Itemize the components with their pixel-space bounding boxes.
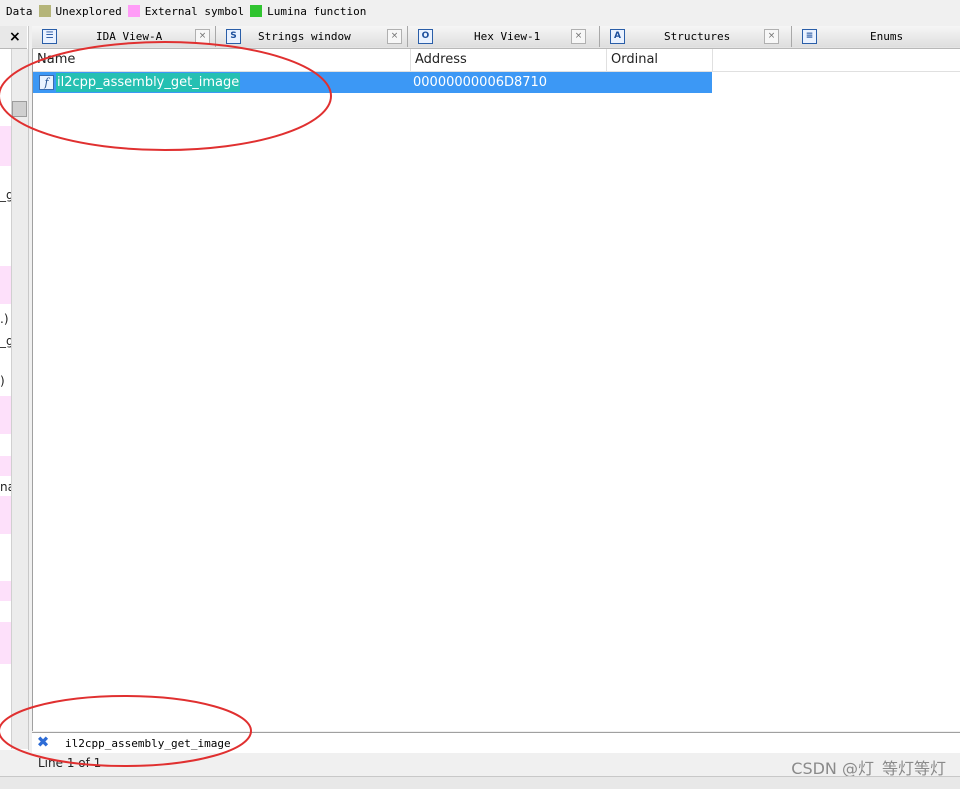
tab-label: IDA View-A [96,30,163,43]
tab-label: Enums [870,30,904,43]
row-name: il2cpp_assembly_get_image [56,73,241,92]
truncated-text: ) [0,374,5,388]
external-symbol-stripe [0,496,11,534]
external-symbol-stripe [0,622,11,664]
tab-bar: ☰ IDA View-A × S Strings window × O Hex … [32,26,960,49]
hex-view-icon: O [418,29,433,44]
bottom-strip [0,776,960,789]
column-header-ordinal[interactable]: Ordinal [607,49,713,71]
column-header: Name Address Ordinal [33,49,960,72]
line-count: Line 1 of 1 [38,756,102,770]
vertical-scrollbar[interactable] [11,49,28,749]
tab-label: Strings window [258,30,351,43]
external-symbol-stripe [0,456,11,476]
row-address: 00000000006D8710 [413,75,548,90]
clear-filter-icon[interactable]: ✖ [35,734,51,750]
legend-item-external-symbol: External symbol [127,4,245,18]
legend-label: Lumina function [267,4,367,18]
column-header-address[interactable]: Address [411,49,607,71]
quick-filter-bar: ✖ il2cpp_assembly_get_image [32,732,960,753]
external-symbol-stripe [0,266,11,304]
external-symbol-stripe [0,396,11,434]
close-icon[interactable]: × [195,29,210,44]
filter-input[interactable]: il2cpp_assembly_get_image [65,737,231,750]
tab-label: Structures [664,30,731,43]
close-icon[interactable]: × [764,29,779,44]
status-bar: Line 1 of 1 CSDN @灯_等灯等灯 [32,753,960,778]
function-icon: f [39,75,54,90]
legend-label: Data [6,4,33,18]
legend-swatch [127,5,140,17]
column-header-name[interactable]: Name [33,49,411,71]
legend-swatch [250,5,263,17]
close-icon[interactable]: × [387,29,402,44]
enums-icon: ≡ [802,29,817,44]
external-symbol-stripe [0,126,11,166]
exports-list-view: Name Address Ordinal f il2cpp_assembly_g… [32,49,960,731]
legend-item-lumina-function: Lumina function [250,5,366,18]
tab-hex-view-1[interactable]: O Hex View-1 × [408,26,600,47]
ida-view-icon: ☰ [42,29,57,44]
legend-swatch [38,5,51,17]
strings-icon: S [226,29,241,44]
legend-item-data: Data [6,5,33,18]
tab-structures[interactable]: A Structures × [600,26,792,47]
table-row[interactable]: f il2cpp_assembly_get_image 00000000006D… [33,72,712,93]
legend-bar: Data Unexplored External symbol Lumina f… [0,0,960,22]
functions-panel: × _g .) _g ) na [0,26,29,750]
tab-enums[interactable]: ≡ Enums [792,26,960,47]
close-icon[interactable]: × [571,29,586,44]
panel-close-button[interactable]: × [0,26,27,49]
tab-label: Hex View-1 [474,30,541,43]
legend-label: External symbol [144,4,245,18]
scrollbar-thumb[interactable] [12,101,27,117]
external-symbol-stripe [0,581,11,601]
tab-ida-view-a[interactable]: ☰ IDA View-A × [32,26,216,47]
legend-label: Unexplored [55,4,122,18]
tab-strings-window[interactable]: S Strings window × [216,26,408,47]
legend-item-unexplored: Unexplored [38,4,122,18]
structures-icon: A [610,29,625,44]
truncated-text: .) [0,312,9,326]
